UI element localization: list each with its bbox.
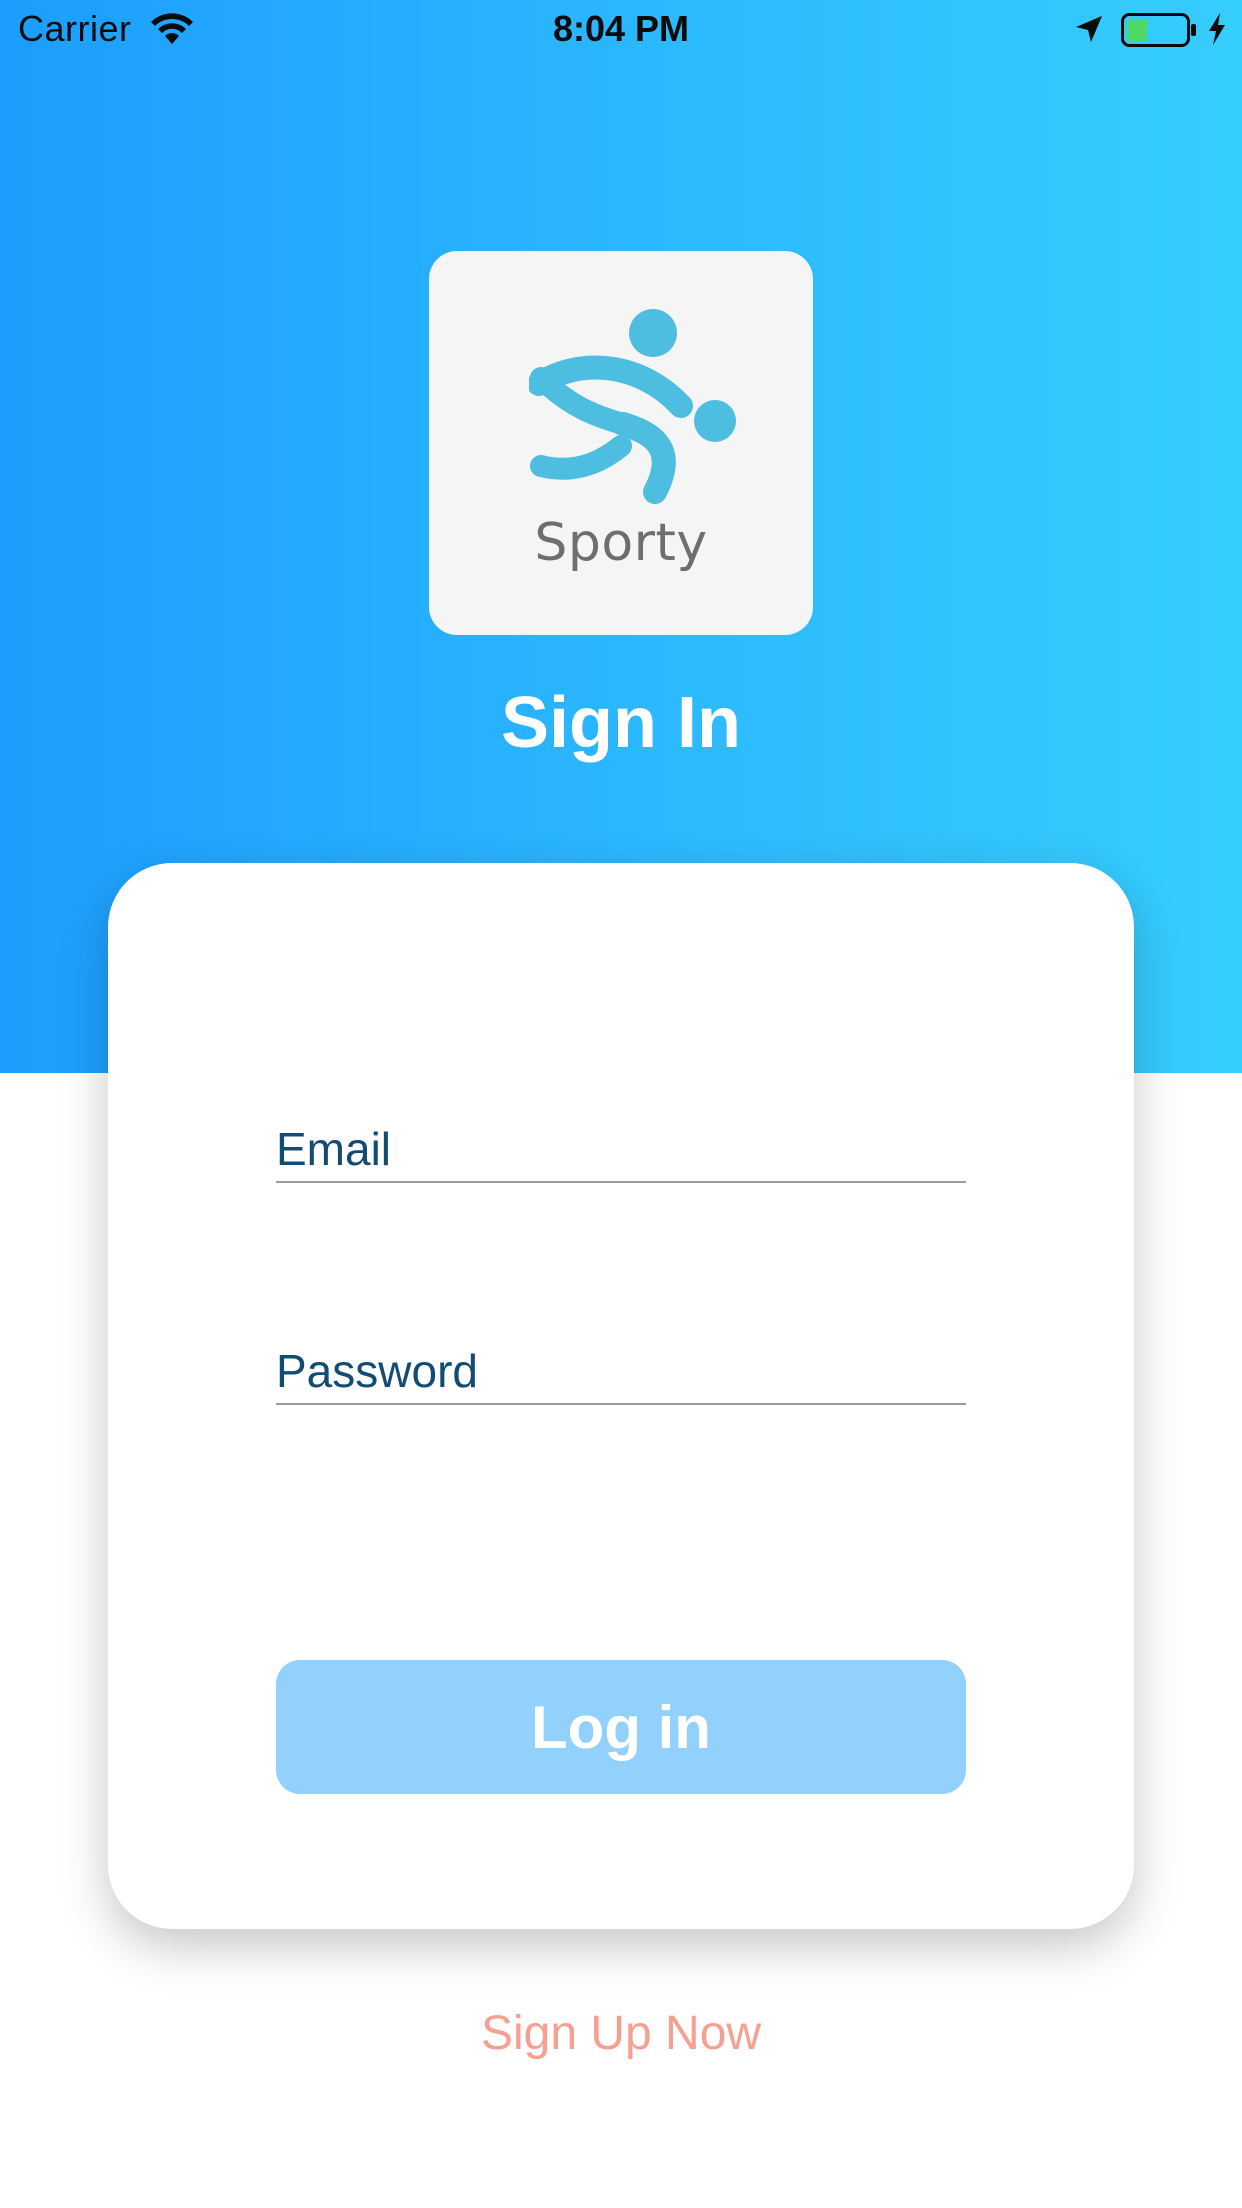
login-button[interactable]: Log in [276, 1660, 966, 1794]
page-title: Sign In [501, 683, 741, 763]
status-bar: Carrier 8:04 PM [0, 0, 1242, 62]
email-field [276, 1121, 966, 1183]
sporty-player-icon [529, 309, 736, 504]
email-input[interactable] [276, 1121, 966, 1177]
sign-in-screen: Carrier 8:04 PM Sporty Sign In Email Log… [0, 0, 1242, 2208]
logo-text: Sporty [534, 513, 708, 573]
password-field [276, 1343, 966, 1405]
clock: 8:04 PM [552, 8, 690, 49]
location-arrow-icon [1076, 16, 1102, 42]
app-logo: Sporty [429, 251, 813, 635]
login-card: Log in [108, 863, 1134, 1929]
sign-up-link[interactable]: Sign Up Now [0, 2006, 1242, 2061]
charging-bolt-icon [1209, 13, 1225, 45]
battery-icon [1121, 13, 1196, 47]
password-input[interactable] [276, 1343, 966, 1399]
